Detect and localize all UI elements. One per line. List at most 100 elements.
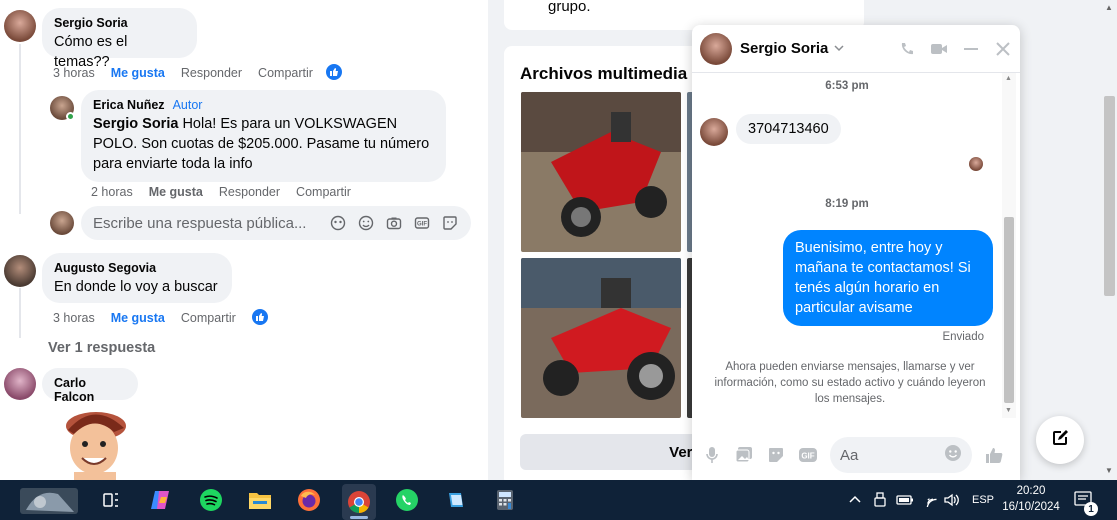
seen-avatar [969, 157, 983, 171]
comment-bubble: Sergio Soria Cómo es el temas?? [42, 8, 197, 70]
spotify-icon[interactable] [195, 484, 227, 516]
gif-icon[interactable]: GIF [798, 445, 818, 465]
task-view-icon[interactable] [95, 484, 127, 516]
like-reaction-icon[interactable] [251, 308, 269, 326]
taskbar-clock[interactable]: 20:20 16/10/2024 [1000, 483, 1062, 515]
notepad-icon[interactable] [440, 484, 472, 516]
message-input[interactable]: Aa [830, 437, 972, 473]
share-button[interactable]: Compartir [296, 185, 351, 199]
microphone-icon[interactable] [702, 445, 722, 465]
widgets-icon[interactable] [18, 484, 80, 516]
minimize-icon[interactable] [962, 40, 980, 58]
video-call-icon[interactable] [930, 40, 948, 58]
comment-author[interactable]: Erica Nuñez [93, 98, 165, 112]
comment-actions: 2 horas Me gusta Responder Compartir [91, 185, 351, 199]
comment-actions: 3 horas Me gusta Compartir [53, 311, 236, 325]
thumbs-up-icon[interactable] [984, 445, 1004, 465]
thread-line [19, 288, 21, 338]
comment-bubble: Carlo Falcon [42, 368, 138, 404]
media-photo[interactable] [521, 258, 681, 418]
share-button[interactable]: Compartir [181, 311, 236, 325]
copilot-icon[interactable] [145, 484, 177, 516]
incoming-message[interactable]: 3704713460 [736, 114, 841, 144]
like-button[interactable]: Me gusta [111, 66, 165, 80]
group-info-text: grupo. [548, 0, 591, 15]
avatar-sticker-icon[interactable] [329, 214, 347, 232]
media-title: Archivos multimedia re [520, 64, 709, 83]
emoji-icon[interactable] [357, 214, 375, 232]
close-icon[interactable] [994, 40, 1012, 58]
language-indicator[interactable]: ESP [972, 480, 994, 520]
windows-taskbar: ESP 20:20 16/10/2024 1 [0, 480, 1117, 520]
avatar[interactable] [4, 255, 36, 287]
whatsapp-icon[interactable] [391, 484, 423, 516]
chat-scrollbar[interactable]: ▲ ▼ [1002, 73, 1016, 418]
reply-placeholder: Escribe una respuesta pública... [93, 214, 307, 232]
chevron-down-icon[interactable] [834, 42, 844, 56]
photo-icon[interactable] [734, 445, 754, 465]
like-button[interactable]: Me gusta [149, 185, 203, 199]
message-status: Enviado [942, 331, 984, 343]
battery-icon[interactable] [896, 480, 914, 520]
comment-actions: 3 horas Me gusta Responder Compartir [53, 66, 313, 80]
chat-contact-name[interactable]: Sergio Soria [740, 40, 828, 57]
compose-icon [1049, 427, 1071, 454]
comment-author[interactable]: Augusto Segovia [54, 261, 220, 275]
like-button[interactable]: Me gusta [111, 311, 165, 325]
reply-input[interactable]: Escribe una respuesta pública... GIF [81, 206, 471, 240]
scroll-up-icon[interactable]: ▲ [1105, 3, 1113, 12]
author-badge: Autor [172, 98, 203, 112]
view-replies-link[interactable]: Ver 1 respuesta [48, 340, 155, 356]
camera-icon[interactable] [385, 214, 403, 232]
sticker-icon[interactable] [766, 445, 786, 465]
chat-avatar[interactable] [700, 32, 732, 65]
volume-icon[interactable] [944, 480, 960, 520]
usb-icon[interactable] [873, 480, 887, 520]
thread-line [19, 44, 21, 214]
show-hidden-icons[interactable] [848, 480, 862, 520]
comment-time[interactable]: 3 horas [53, 311, 95, 325]
chat-header[interactable]: Sergio Soria [692, 25, 1020, 73]
reply-button[interactable]: Responder [181, 66, 242, 80]
comment-time[interactable]: 2 horas [91, 185, 133, 199]
clock-date: 16/10/2024 [1002, 501, 1060, 513]
file-explorer-icon[interactable] [244, 484, 276, 516]
sticker-icon[interactable] [441, 214, 459, 232]
calculator-icon[interactable] [489, 484, 521, 516]
firefox-icon[interactable] [293, 484, 325, 516]
chrome-icon[interactable] [342, 484, 376, 520]
avatar[interactable] [4, 368, 36, 400]
scroll-up-icon[interactable]: ▲ [1005, 75, 1012, 82]
privacy-notice: Ahora pueden enviarse mensajes, llamarse… [714, 361, 986, 405]
svg-text:GIF: GIF [417, 222, 427, 228]
my-avatar[interactable] [50, 211, 74, 235]
wifi-icon[interactable] [922, 480, 938, 520]
scroll-down-icon[interactable]: ▼ [1105, 466, 1113, 475]
notification-center-icon[interactable]: 1 [1074, 480, 1098, 520]
share-button[interactable]: Compartir [258, 66, 313, 80]
comments-panel: Sergio Soria Cómo es el temas?? 3 horas … [0, 0, 488, 480]
page-scroll-thumb[interactable] [1104, 96, 1115, 296]
comment-bubble: Erica Nuñez Autor Sergio Soria Hola! Es p… [81, 90, 446, 182]
comment-author[interactable]: Sergio Soria [54, 16, 185, 30]
message-timestamp: 6:53 pm [825, 80, 869, 92]
page-scrollbar[interactable]: ▲ ▼ [1102, 0, 1117, 480]
contact-avatar[interactable] [700, 118, 728, 146]
phone-icon[interactable] [898, 40, 916, 58]
avatar[interactable] [4, 10, 36, 42]
reply-button[interactable]: Responder [219, 185, 280, 199]
gif-icon[interactable]: GIF [413, 214, 431, 232]
mention-link[interactable]: Sergio Soria [93, 116, 178, 132]
emoji-icon[interactable] [944, 444, 962, 466]
scroll-down-icon[interactable]: ▼ [1005, 407, 1012, 414]
online-indicator [66, 112, 75, 121]
comment-text: Sergio Soria Hola! Es para un VOLKSWAGEN… [93, 114, 438, 174]
chat-scroll-thumb[interactable] [1004, 217, 1014, 403]
comment-time[interactable]: 3 horas [53, 66, 95, 80]
new-message-button[interactable] [1036, 416, 1084, 464]
comment-text: En donde lo voy a buscar [54, 279, 218, 295]
like-reaction-icon[interactable] [325, 63, 343, 81]
notification-count: 1 [1084, 502, 1098, 516]
media-photo[interactable] [521, 92, 681, 252]
outgoing-message[interactable]: Buenisimo, entre hoy y mañana te contact… [783, 230, 993, 326]
